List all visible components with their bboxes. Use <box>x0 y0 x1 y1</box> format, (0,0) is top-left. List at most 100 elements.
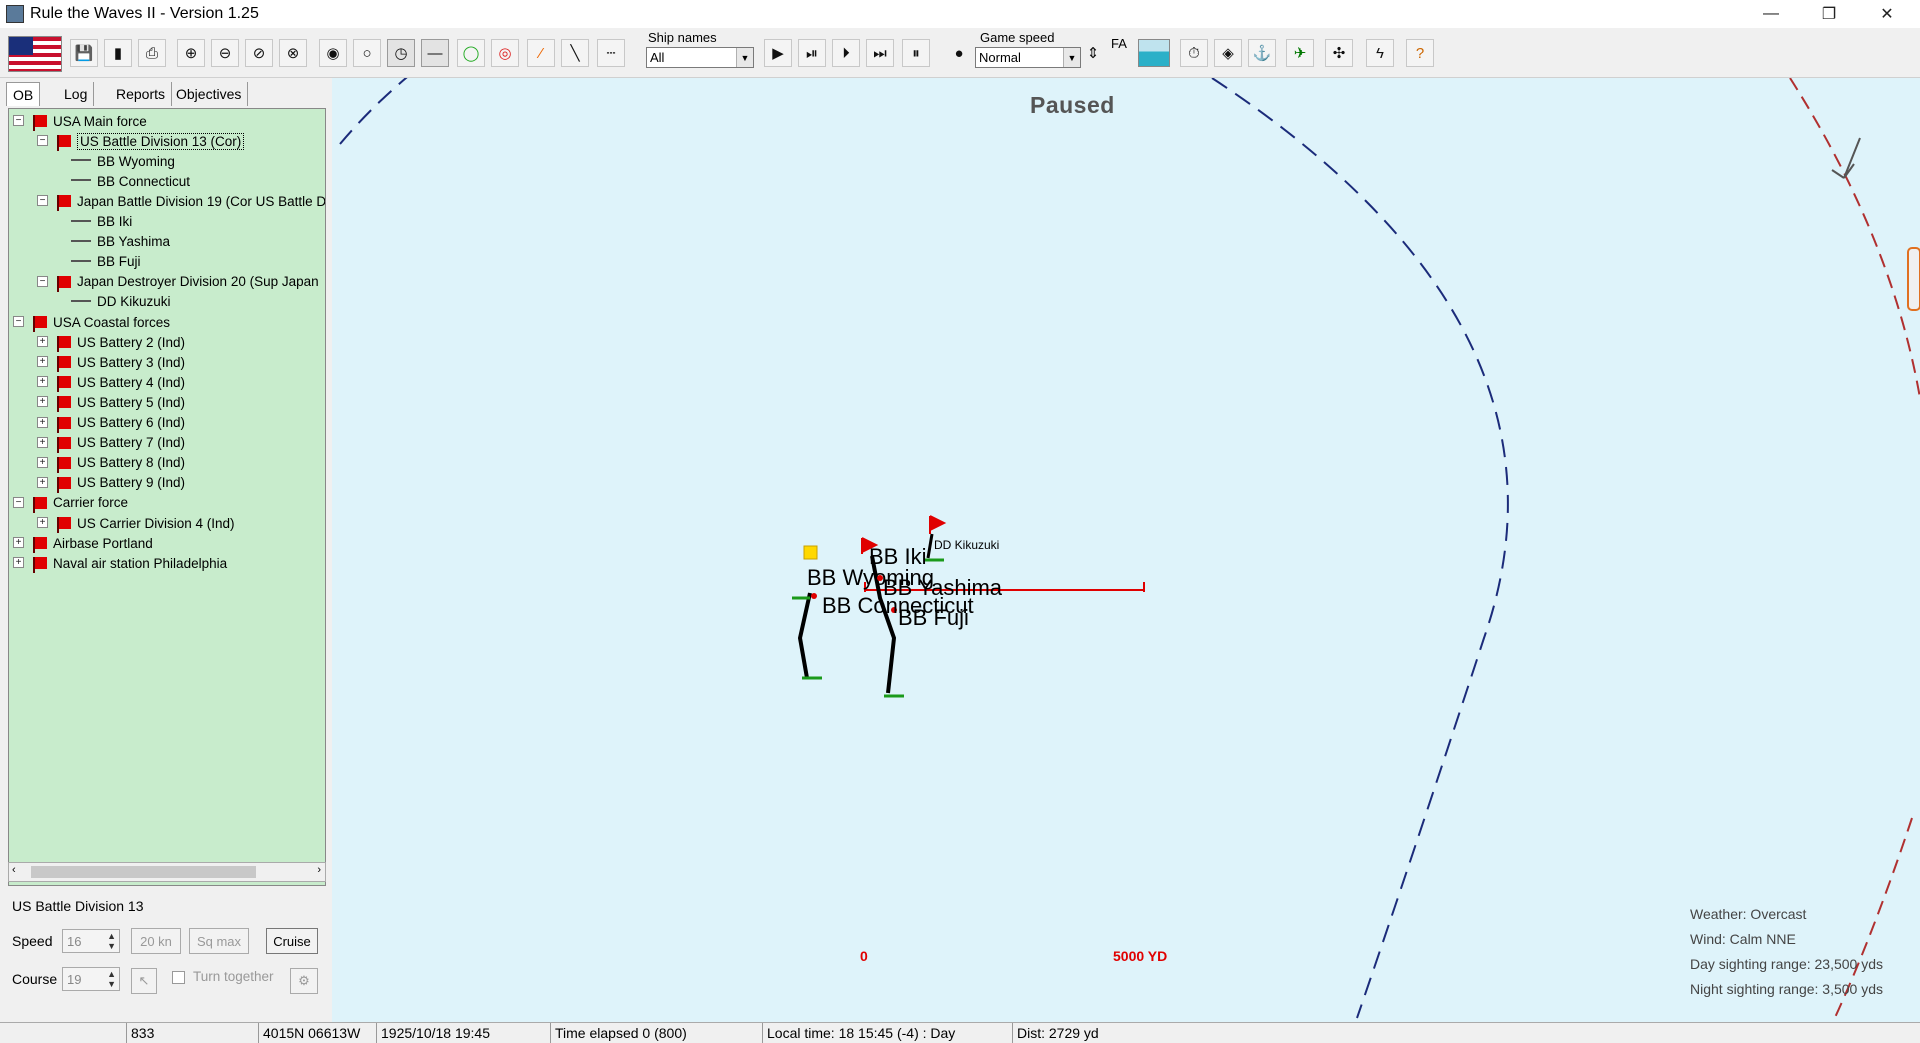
spinner-icon[interactable]: ▲ ▼ <box>107 931 116 951</box>
range-circle-icon[interactable]: ○ <box>353 39 381 67</box>
center-icon[interactable]: ◉ <box>319 39 347 67</box>
tree-item[interactable]: − Japan Battle Division 19 (Cor US Battle… <box>9 191 325 212</box>
help-icon[interactable]: ? <box>1406 39 1434 67</box>
expand-icon[interactable]: + <box>13 537 24 549</box>
play-icon[interactable]: ▶ <box>764 39 792 67</box>
turn-together-checkbox[interactable] <box>172 971 185 984</box>
zoom-ship-icon[interactable]: ⊗ <box>279 39 307 67</box>
save-icon[interactable]: 💾 <box>70 39 98 67</box>
map-scroll-handle[interactable] <box>1907 247 1920 311</box>
report-icon[interactable]: ▮ <box>104 39 132 67</box>
tree-item[interactable]: BB Yashima <box>9 232 325 252</box>
book-icon[interactable]: ◈ <box>1214 39 1242 67</box>
collapse-icon[interactable]: − <box>13 496 24 508</box>
zoom-in-icon[interactable]: ⊕ <box>177 39 205 67</box>
close-button[interactable]: ✕ <box>1858 0 1916 28</box>
tree-item[interactable]: − USA Main force <box>9 111 325 131</box>
ship-label-kikuzuki[interactable]: DD Kikuzuki <box>934 538 999 552</box>
range-clock-icon[interactable]: ◷ <box>387 39 415 67</box>
ship-track-wyoming[interactable] <box>797 592 812 679</box>
expand-icon[interactable]: + <box>37 517 48 528</box>
collapse-icon[interactable]: − <box>13 316 24 327</box>
spinner-icon[interactable]: ▲ ▼ <box>107 969 116 989</box>
expand-icon[interactable]: + <box>37 416 48 428</box>
ship-detail-icon[interactable]: ⚓ <box>1248 39 1276 67</box>
collapse-icon[interactable]: − <box>37 195 48 207</box>
gear-icon[interactable]: ⚙ <box>290 968 318 994</box>
collapse-icon[interactable]: − <box>13 115 24 126</box>
target-icon[interactable]: ◎ <box>491 39 519 67</box>
speed-spinner-icon[interactable]: ⇕ <box>1084 39 1102 67</box>
speed-sqmax-button[interactable]: Sq max <box>189 928 249 954</box>
tree-item[interactable]: + US Carrier Division 4 (Ind) <box>9 513 325 533</box>
print-icon[interactable]: ⎙ <box>138 39 166 67</box>
expand-icon[interactable]: + <box>37 456 48 468</box>
green-circle-icon[interactable]: ◯ <box>457 39 485 67</box>
tree-item[interactable]: − USA Coastal forces <box>9 312 325 332</box>
tree-item[interactable]: + US Battery 2 (Ind) <box>9 332 325 353</box>
line-icon[interactable]: — <box>421 39 449 67</box>
zoom-fit-icon[interactable]: ⊘ <box>245 39 273 67</box>
tree-item[interactable]: + US Battery 6 (Ind) <box>9 413 325 433</box>
speed-20kn-button[interactable]: 20 kn <box>131 928 181 954</box>
ship-track-kikuzuki[interactable] <box>926 533 934 559</box>
tree-item[interactable]: + US Battery 8 (Ind) <box>9 453 325 473</box>
tree-item[interactable]: BB Wyoming <box>9 151 325 171</box>
expand-icon[interactable]: + <box>37 476 48 488</box>
tab-reports[interactable]: Reports <box>110 82 173 106</box>
zoom-out-icon[interactable]: ⊖ <box>211 39 239 67</box>
game-speed-select[interactable]: Normal ▼ <box>975 47 1081 68</box>
aircraft-icon[interactable]: ✈ <box>1286 39 1314 67</box>
tree-item[interactable]: + Naval air station Philadelphia <box>9 553 325 574</box>
tree-item[interactable]: BB Iki <box>9 212 325 232</box>
dotted-line-icon[interactable]: ┄ <box>597 39 625 67</box>
course-input[interactable]: 19 ▲ ▼ <box>62 967 120 991</box>
expand-icon[interactable]: + <box>37 376 48 388</box>
sea-view-icon[interactable] <box>1138 39 1170 67</box>
tree-item[interactable]: DD Kikuzuki <box>9 292 325 312</box>
scrollbar-thumb[interactable] <box>31 866 256 878</box>
step-icon[interactable]: ⏯ <box>798 39 826 67</box>
flagship-marker-icon[interactable] <box>803 545 818 560</box>
tree-item[interactable]: + US Battery 4 (Ind) <box>9 372 325 393</box>
ruler-icon[interactable]: ╲ <box>561 39 589 67</box>
tree-item[interactable]: BB Fuji <box>9 252 325 272</box>
us-flag-icon[interactable] <box>8 36 62 72</box>
fast-forward-icon[interactable]: ⏭ <box>866 39 894 67</box>
tactical-map[interactable]: BB Iki BB Wyoming BB Yashima BB Connecti… <box>332 78 1920 1024</box>
scroll-right-icon[interactable]: › <box>317 864 321 876</box>
expand-icon[interactable]: + <box>13 557 24 569</box>
tree-item[interactable]: + US Battery 9 (Ind) <box>9 473 325 493</box>
torpedo-track-icon[interactable]: ⁄ <box>527 39 555 67</box>
tree-item[interactable]: + US Battery 5 (Ind) <box>9 392 325 413</box>
advance-icon[interactable]: ⏵ <box>832 39 860 67</box>
scroll-left-icon[interactable]: ‹ <box>12 864 16 876</box>
cruise-button[interactable]: Cruise <box>266 928 318 954</box>
tree-item[interactable]: + Airbase Portland <box>9 533 325 554</box>
set-course-icon[interactable]: ↖ <box>131 968 157 994</box>
tab-ob[interactable]: OB <box>6 82 41 106</box>
tree-horizontal-scrollbar[interactable]: ‹ › <box>8 862 326 882</box>
speed-input[interactable]: 16 ▲ ▼ <box>62 929 120 953</box>
expand-icon[interactable]: + <box>37 336 48 348</box>
tab-objectives[interactable]: Objectives <box>170 82 249 106</box>
tree-item[interactable]: − Carrier force <box>9 493 325 513</box>
tree-item[interactable]: − Japan Destroyer Division 20 (Sup Japan <box>9 272 325 292</box>
tree-item[interactable]: − US Battle Division 13 (Cor) <box>9 131 325 152</box>
ship-names-select[interactable]: All ▼ <box>646 47 754 68</box>
lightning-icon[interactable]: ϟ <box>1366 39 1394 67</box>
ship-label-fuji[interactable]: BB Fuji <box>898 605 969 631</box>
tree-item[interactable]: + US Battery 7 (Ind) <box>9 433 325 453</box>
expand-icon[interactable]: + <box>37 356 48 368</box>
tree-item[interactable]: BB Connecticut <box>9 171 325 191</box>
collapse-icon[interactable]: − <box>37 275 48 287</box>
expand-icon[interactable]: + <box>37 436 48 448</box>
expand-icon[interactable]: + <box>37 396 48 408</box>
restore-button[interactable]: ❐ <box>1800 0 1858 28</box>
tree-item[interactable]: + US Battery 3 (Ind) <box>9 352 325 373</box>
destroyer-flag-marker-icon[interactable] <box>929 515 947 534</box>
collapse-icon[interactable]: − <box>37 135 48 147</box>
pause-icon[interactable]: ⏸ <box>902 39 930 67</box>
stopwatch-icon[interactable]: ⏱ <box>1180 39 1208 67</box>
tab-log[interactable]: Log <box>58 82 95 106</box>
